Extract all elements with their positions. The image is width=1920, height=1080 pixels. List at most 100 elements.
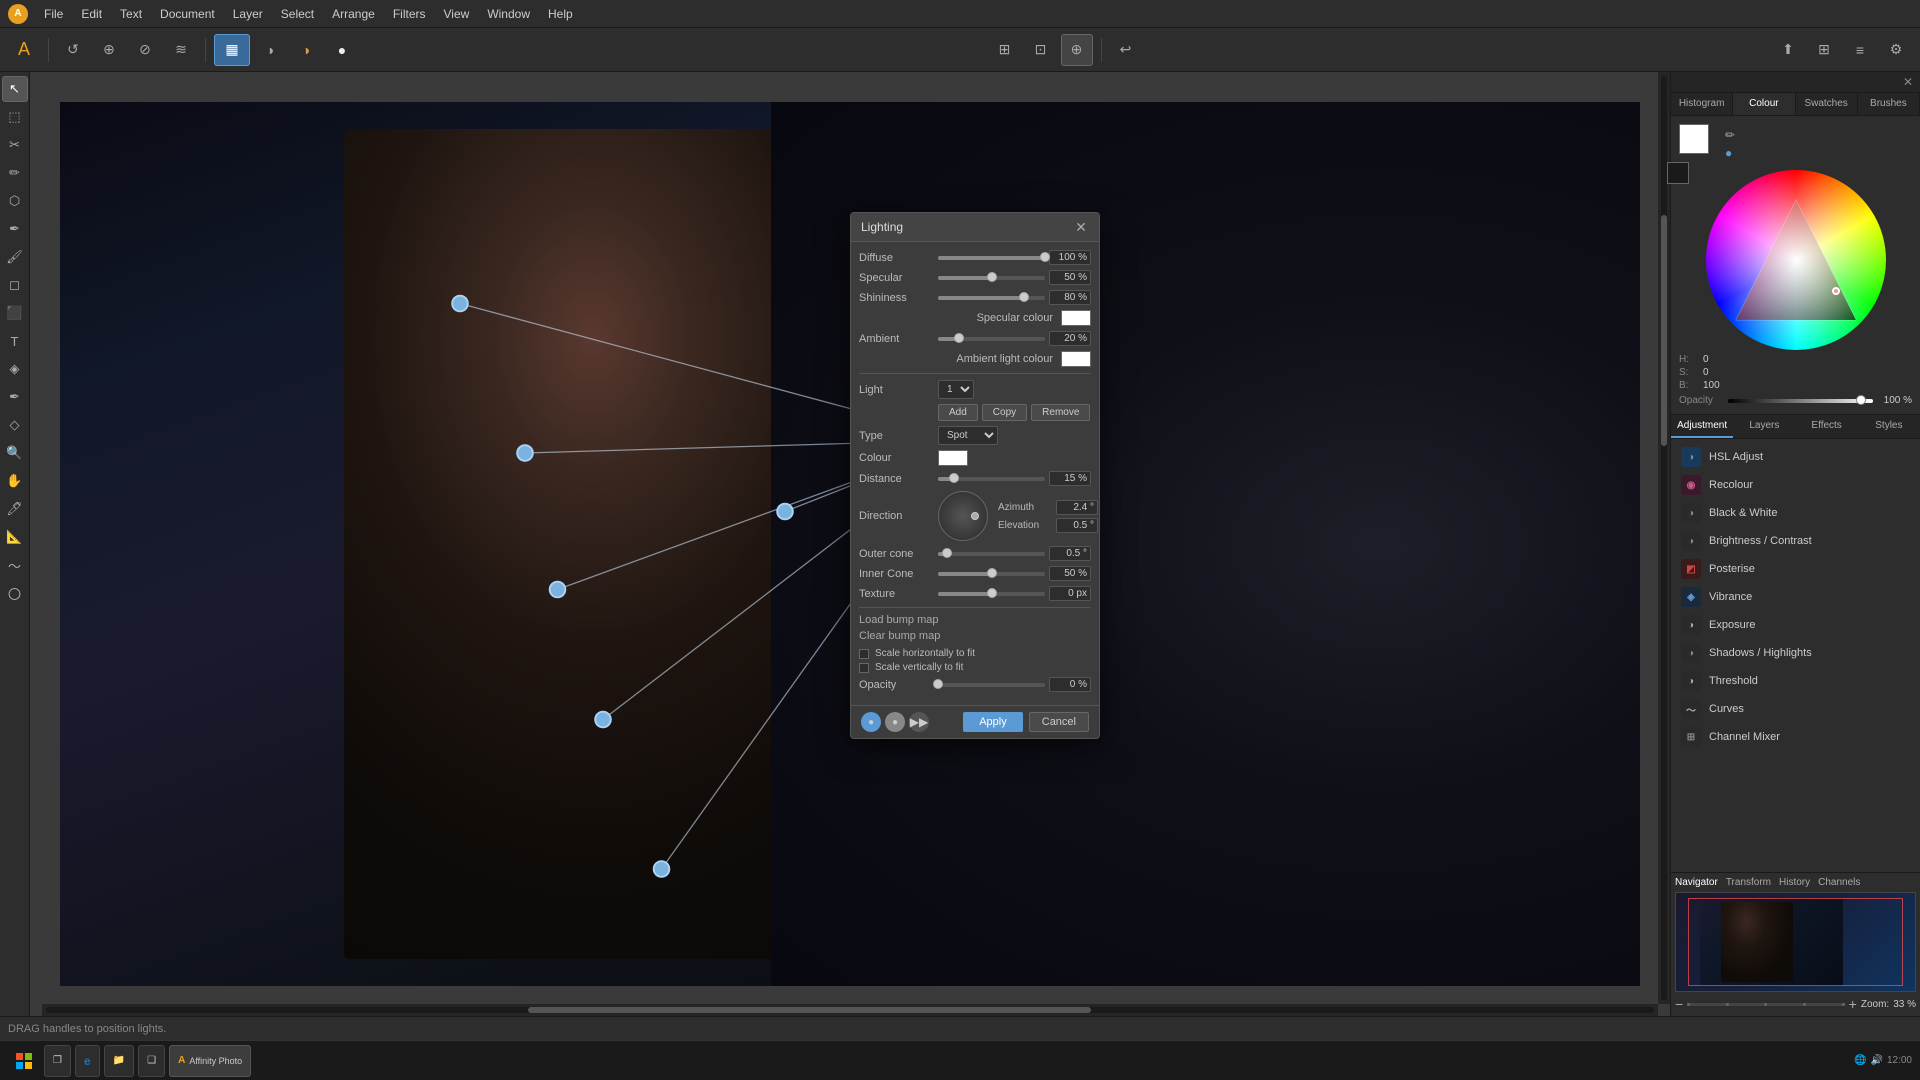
tab-brushes[interactable]: Brushes	[1858, 93, 1920, 115]
start-button[interactable]	[8, 1045, 40, 1077]
elevation-value[interactable]: 0.5 °	[1056, 518, 1098, 533]
adj-curves[interactable]: 〜 Curves	[1675, 695, 1916, 723]
toolbar-refresh[interactable]: ↺	[57, 34, 89, 66]
toolbar-export[interactable]: ⬆	[1772, 34, 1804, 66]
specular-value[interactable]: 50 %	[1049, 270, 1091, 285]
foreground-color-swatch[interactable]	[1679, 124, 1709, 154]
tool-paint[interactable]: ✏	[2, 160, 28, 186]
toolbar-mode1[interactable]: ▦	[214, 34, 250, 66]
v-scroll-thumb[interactable]	[1661, 215, 1667, 446]
azimuth-value[interactable]: 2.4 °	[1056, 500, 1098, 515]
scale-v-checkbox[interactable]	[859, 663, 869, 673]
light-select[interactable]: 1 2 3	[938, 380, 974, 399]
tool-retouch[interactable]: 🖌	[2, 244, 28, 270]
tab-colour[interactable]: Colour	[1733, 93, 1795, 115]
menu-file[interactable]: File	[36, 4, 71, 24]
toolbar-affinity-logo[interactable]: A	[8, 34, 40, 66]
distance-thumb[interactable]	[949, 473, 959, 483]
canvas-area[interactable]: Lighting ✕ Diffuse 100 % Specular	[30, 72, 1670, 1016]
zoom-in-button[interactable]: +	[1849, 996, 1857, 1012]
dialog-titlebar[interactable]: Lighting ✕	[851, 213, 1099, 242]
tab-layers[interactable]: Layers	[1733, 415, 1795, 438]
tool-shape[interactable]: ◈	[2, 356, 28, 382]
diffuse-value[interactable]: 100 %	[1049, 250, 1091, 265]
tool-dodge[interactable]: ⬛	[2, 300, 28, 326]
direction-dot[interactable]	[971, 512, 979, 520]
tool-pen[interactable]: ✒	[2, 384, 28, 410]
adj-posterise[interactable]: ◩ Posterise	[1675, 555, 1916, 583]
tab-histogram[interactable]: Histogram	[1671, 93, 1733, 115]
texture-thumb[interactable]	[987, 588, 997, 598]
color-position-dot[interactable]	[1832, 287, 1840, 295]
specular-slider[interactable]	[938, 276, 1045, 280]
network-icon[interactable]: 🌐	[1854, 1055, 1866, 1066]
tab-transform[interactable]: Transform	[1726, 877, 1771, 888]
panel-close-button[interactable]: ✕	[1900, 74, 1916, 90]
apply-button[interactable]: Apply	[963, 712, 1023, 732]
footer-icon-2[interactable]: ●	[885, 712, 905, 732]
copy-light-button[interactable]: Copy	[982, 404, 1027, 421]
adj-hsl-adjust[interactable]: ◑ HSL Adjust	[1675, 443, 1916, 471]
menu-arrange[interactable]: Arrange	[324, 4, 383, 24]
footer-icon-1[interactable]: ●	[861, 712, 881, 732]
app1-button[interactable]: ❑	[138, 1045, 165, 1077]
toolbar-mode4[interactable]: ●	[326, 34, 358, 66]
menu-view[interactable]: View	[436, 4, 478, 24]
tool-text[interactable]: T	[2, 328, 28, 354]
texture-slider[interactable]	[938, 592, 1045, 596]
tab-navigator[interactable]: Navigator	[1675, 877, 1718, 888]
clear-bump-map-link[interactable]: Clear bump map	[859, 630, 1091, 642]
inner-cone-slider[interactable]	[938, 572, 1045, 576]
outer-cone-slider[interactable]	[938, 552, 1045, 556]
adj-recolour[interactable]: ◉ Recolour	[1675, 471, 1916, 499]
tab-effects[interactable]: Effects	[1796, 415, 1858, 438]
toolbar-arrange[interactable]: ⊞	[1808, 34, 1840, 66]
tab-adjustment[interactable]: Adjustment	[1671, 415, 1733, 438]
tab-history[interactable]: History	[1779, 877, 1810, 888]
toolbar-align[interactable]: ≡	[1844, 34, 1876, 66]
diffuse-slider[interactable]	[938, 256, 1045, 260]
dialog-close-button[interactable]: ✕	[1073, 219, 1089, 235]
tool-select[interactable]: ↖	[2, 76, 28, 102]
ambient-slider[interactable]	[938, 337, 1045, 341]
specular-colour-swatch[interactable]	[1061, 310, 1091, 326]
tab-styles[interactable]: Styles	[1858, 415, 1920, 438]
adj-threshold[interactable]: ◑ Threshold	[1675, 667, 1916, 695]
edge-button[interactable]: e	[75, 1045, 100, 1077]
h-scroll-thumb[interactable]	[528, 1007, 1091, 1013]
color-wheel[interactable]	[1706, 170, 1886, 350]
tool-node[interactable]: ◇	[2, 412, 28, 438]
adj-vibrance[interactable]: ◈ Vibrance	[1675, 583, 1916, 611]
tool-hand[interactable]: ✋	[2, 468, 28, 494]
colour-swatch[interactable]	[938, 450, 968, 466]
distance-value[interactable]: 15 %	[1049, 471, 1091, 486]
opacity-thumb[interactable]	[933, 679, 943, 689]
toolbar-settings[interactable]: ⚙	[1880, 34, 1912, 66]
tab-channels[interactable]: Channels	[1818, 877, 1860, 888]
adj-black-white[interactable]: ◑ Black & White	[1675, 499, 1916, 527]
shininess-slider[interactable]	[938, 296, 1045, 300]
load-bump-map-link[interactable]: Load bump map	[859, 614, 1091, 626]
toolbar-guides[interactable]: ⊕	[1061, 34, 1093, 66]
scale-h-checkbox[interactable]	[859, 649, 869, 659]
edit-fill-icon[interactable]: ✏	[1725, 128, 1735, 142]
toolbar-tool1[interactable]: ⊕	[93, 34, 125, 66]
toolbar-history[interactable]: ↩	[1110, 34, 1142, 66]
shininess-value[interactable]: 80 %	[1049, 290, 1091, 305]
add-light-button[interactable]: Add	[938, 404, 978, 421]
background-color-swatch[interactable]	[1667, 162, 1689, 184]
inner-cone-thumb[interactable]	[987, 568, 997, 578]
adj-channel-mixer[interactable]: ⊞ Channel Mixer	[1675, 723, 1916, 751]
opacity-value[interactable]: 0 %	[1049, 677, 1091, 692]
tool-measure[interactable]: 📐	[2, 524, 28, 550]
specular-thumb[interactable]	[987, 272, 997, 282]
adj-brightness-contrast[interactable]: ◑ Brightness / Contrast	[1675, 527, 1916, 555]
menu-help[interactable]: Help	[540, 4, 581, 24]
v-scrollbar[interactable]	[1658, 72, 1670, 1004]
affinity-taskbar-button[interactable]: A Affinity Photo	[169, 1045, 251, 1077]
outer-cone-thumb[interactable]	[942, 548, 952, 558]
toolbar-grid[interactable]: ⊞	[989, 34, 1021, 66]
tool-liquify[interactable]: 〇	[2, 580, 28, 606]
outer-cone-value[interactable]: 0.5 °	[1049, 546, 1091, 561]
adj-shadows-highlights[interactable]: ◑ Shadows / Highlights	[1675, 639, 1916, 667]
